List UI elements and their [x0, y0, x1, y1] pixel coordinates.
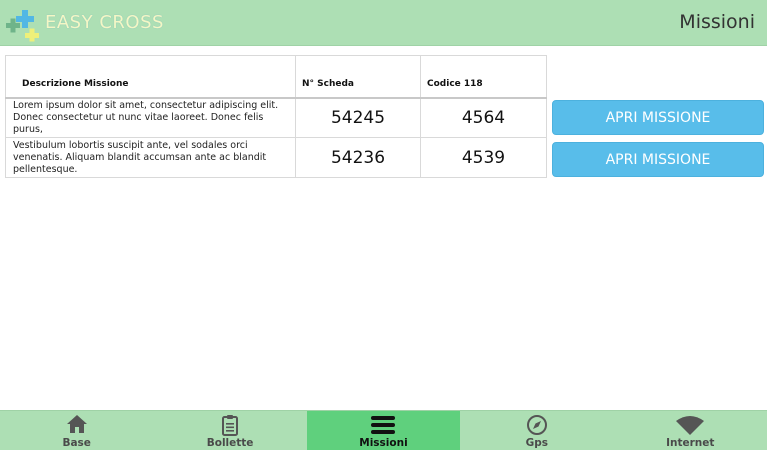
page-title: Missioni: [679, 11, 755, 33]
tab-internet[interactable]: Internet: [614, 411, 767, 450]
scheda-number: 54245: [295, 97, 421, 138]
tab-label: Internet: [666, 437, 715, 449]
clipboard-icon: [222, 415, 239, 436]
tab-label: Bollette: [206, 437, 254, 449]
tab-missioni[interactable]: Missioni: [306, 411, 461, 450]
tab-gps[interactable]: Gps: [460, 411, 613, 450]
table-header-row: Descrizione Missione N° Scheda Codice 11…: [5, 55, 547, 98]
home-icon: [66, 415, 87, 433]
wifi-icon: [676, 416, 705, 435]
scheda-number: 54236: [295, 137, 421, 178]
menu-icon: [371, 416, 396, 434]
open-mission-button[interactable]: APRI MISSIONE: [552, 142, 764, 177]
compass-icon: [526, 415, 547, 435]
brand-name: EASY CROSS: [45, 12, 164, 33]
column-header-scheda: N° Scheda: [295, 55, 421, 98]
tab-base[interactable]: Base: [0, 411, 153, 450]
codice-118: 4539: [420, 137, 547, 178]
mission-description: Vestibulum lobortis suscipit ante, vel s…: [5, 137, 296, 178]
tab-label: Missioni: [359, 437, 408, 449]
cross-logo-icon: [6, 10, 39, 42]
table-row: Lorem ipsum dolor sit amet, consectetur …: [5, 97, 547, 138]
mission-description: Lorem ipsum dolor sit amet, consectetur …: [5, 97, 296, 138]
open-mission-button[interactable]: APRI MISSIONE: [552, 100, 764, 135]
tab-bollette[interactable]: Bollette: [153, 411, 306, 450]
table-row: Vestibulum lobortis suscipit ante, vel s…: [5, 137, 547, 178]
column-header-codice: Codice 118: [420, 55, 547, 98]
column-header-description: Descrizione Missione: [5, 55, 296, 98]
app-header: EASY CROSS Missioni: [0, 0, 767, 46]
bottom-tab-bar: Base Bollette Missioni Gps Internet: [0, 410, 767, 450]
tab-label: Gps: [525, 437, 549, 449]
missions-table: Descrizione Missione N° Scheda Codice 11…: [5, 55, 547, 178]
codice-118: 4564: [420, 97, 547, 138]
tab-label: Base: [62, 437, 91, 449]
